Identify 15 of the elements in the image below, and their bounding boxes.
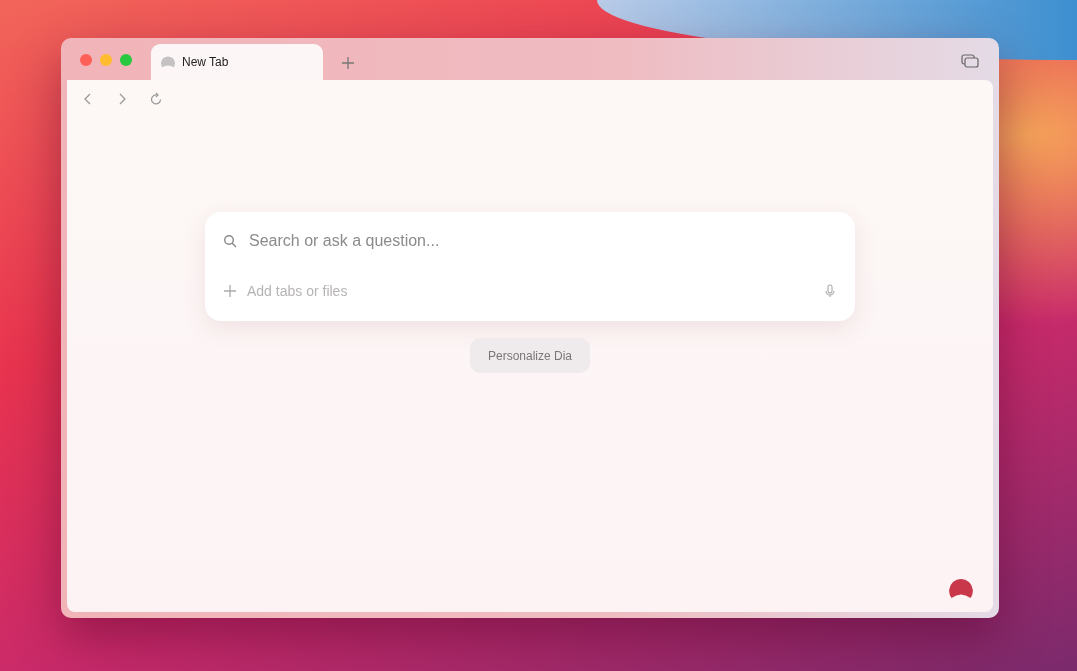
minimize-button[interactable] [100, 54, 112, 66]
new-tab-icon[interactable] [341, 56, 355, 70]
tab-overview-icon[interactable] [961, 54, 979, 68]
add-tabs-placeholder[interactable]: Add tabs or files [247, 283, 348, 299]
reload-icon[interactable] [149, 92, 163, 106]
close-button[interactable] [80, 54, 92, 66]
assistant-logo-icon[interactable] [949, 579, 973, 598]
search-icon [223, 234, 237, 248]
tab-favicon-icon [161, 56, 175, 68]
zoom-button[interactable] [120, 54, 132, 66]
search-field[interactable]: Search or ask a question... [247, 231, 837, 251]
microphone-icon[interactable] [823, 284, 837, 298]
personalize-button[interactable]: Personalize Dia [470, 338, 590, 373]
browser-tab[interactable]: New Tab [151, 44, 323, 80]
plus-icon[interactable] [223, 284, 237, 298]
